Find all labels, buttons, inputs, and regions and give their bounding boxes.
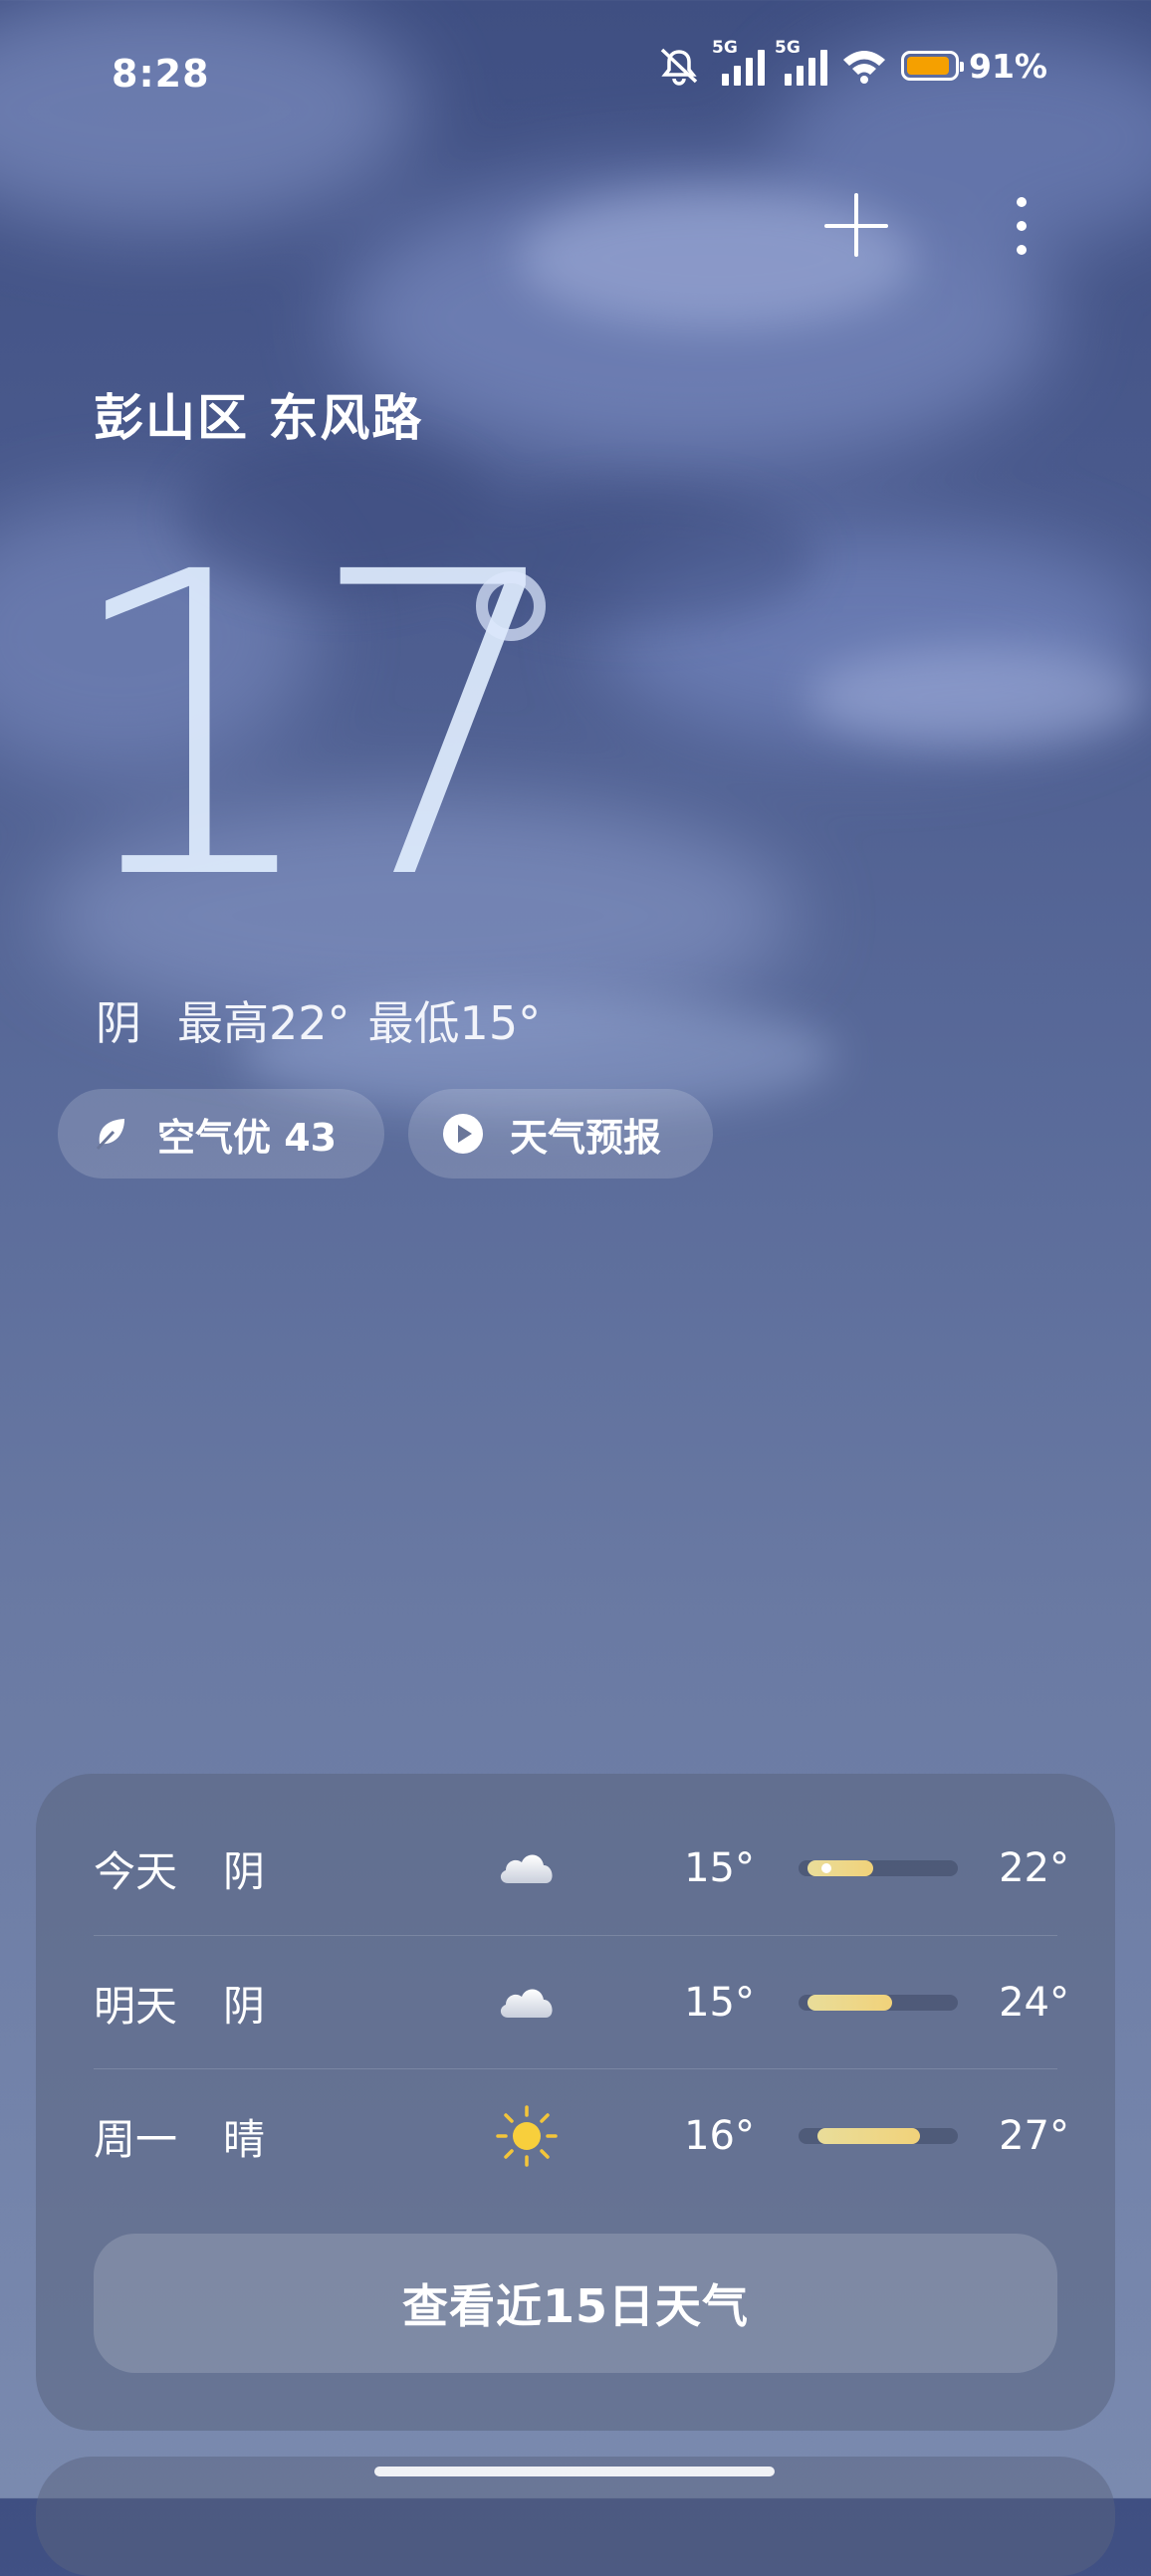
network-type-2: 5G bbox=[775, 38, 801, 58]
temperature-range-bar bbox=[799, 1860, 958, 1876]
forecast-condition: 阴 bbox=[223, 1846, 266, 1896]
air-quality-button[interactable]: 空气优 43 bbox=[58, 1089, 384, 1179]
view-15-day-forecast-button[interactable]: 查看近15日天气 bbox=[94, 2234, 1057, 2373]
today-low: 最低15° bbox=[367, 996, 542, 1050]
forecast-condition: 晴 bbox=[223, 2114, 266, 2164]
wifi-icon bbox=[843, 51, 885, 84]
battery-level bbox=[907, 57, 949, 75]
temperature-range-bar bbox=[799, 2128, 958, 2144]
current-temperature: 17 bbox=[60, 485, 572, 971]
forecast-day: 明天 bbox=[94, 1981, 178, 2031]
battery-percent: 91% bbox=[969, 46, 1047, 86]
leaf-icon bbox=[96, 1119, 124, 1151]
battery: 91% bbox=[901, 47, 1047, 86]
temperature-range-bar bbox=[799, 1995, 958, 2011]
temperature-range-fill bbox=[807, 1860, 874, 1876]
weather-summary: 阴 最高22° 最低15° bbox=[96, 987, 541, 1053]
today-high: 最高22° bbox=[177, 996, 350, 1050]
forecast-condition: 阴 bbox=[223, 1981, 266, 2031]
mute-icon bbox=[660, 48, 698, 86]
forecast-high: 22° bbox=[999, 1845, 1069, 1891]
forecast-high: 24° bbox=[999, 1980, 1069, 2026]
forecast-row[interactable]: 周一 晴 16° 27° bbox=[94, 2068, 1069, 2203]
forecast-row[interactable]: 今天 阴 15° 22° bbox=[94, 1802, 1069, 1935]
degree-symbol bbox=[476, 571, 546, 641]
status-icons: 5G 5G 91% bbox=[656, 38, 1047, 86]
forecast-high: 27° bbox=[999, 2113, 1069, 2159]
forecast-low: 16° bbox=[684, 2113, 755, 2159]
more-options-button[interactable] bbox=[1006, 193, 1037, 259]
signal-icon: 5G bbox=[712, 38, 765, 86]
status-time: 8:28 bbox=[112, 52, 210, 96]
weather-forecast-label: 天气预报 bbox=[510, 1115, 662, 1160]
location-title: 彭山区 东风路 bbox=[94, 389, 424, 447]
cloud-icon bbox=[500, 1854, 553, 1883]
forecast-low: 15° bbox=[684, 1845, 755, 1891]
signal-icon: 5G bbox=[775, 38, 827, 86]
air-quality-label: 空气优 43 bbox=[157, 1115, 338, 1160]
current-condition: 阴 bbox=[96, 996, 141, 1050]
forecast-day: 周一 bbox=[94, 2114, 178, 2164]
more-vertical-icon bbox=[1017, 197, 1027, 207]
forecast-low: 15° bbox=[684, 1980, 755, 2026]
play-icon bbox=[443, 1114, 483, 1154]
add-city-button[interactable] bbox=[824, 193, 890, 259]
forecast-row[interactable]: 明天 阴 15° 24° bbox=[94, 1935, 1069, 2069]
cloud-icon bbox=[500, 1989, 553, 2018]
home-indicator[interactable] bbox=[374, 2467, 775, 2476]
forecast-day: 今天 bbox=[94, 1846, 178, 1896]
temperature-range-fill bbox=[807, 1995, 893, 2011]
status-bar: 8:28 5G 5G 91% bbox=[0, 0, 1151, 149]
sun-icon bbox=[496, 2105, 558, 2167]
forecast-card: 今天 阴 15° 22° 明天 阴 15° 24° 周一 晴 16° 27° 查… bbox=[36, 1774, 1115, 2431]
temperature-range-fill bbox=[816, 2128, 921, 2144]
network-type-1: 5G bbox=[712, 38, 738, 58]
battery-icon bbox=[901, 51, 964, 81]
weather-forecast-button[interactable]: 天气预报 bbox=[408, 1089, 713, 1179]
